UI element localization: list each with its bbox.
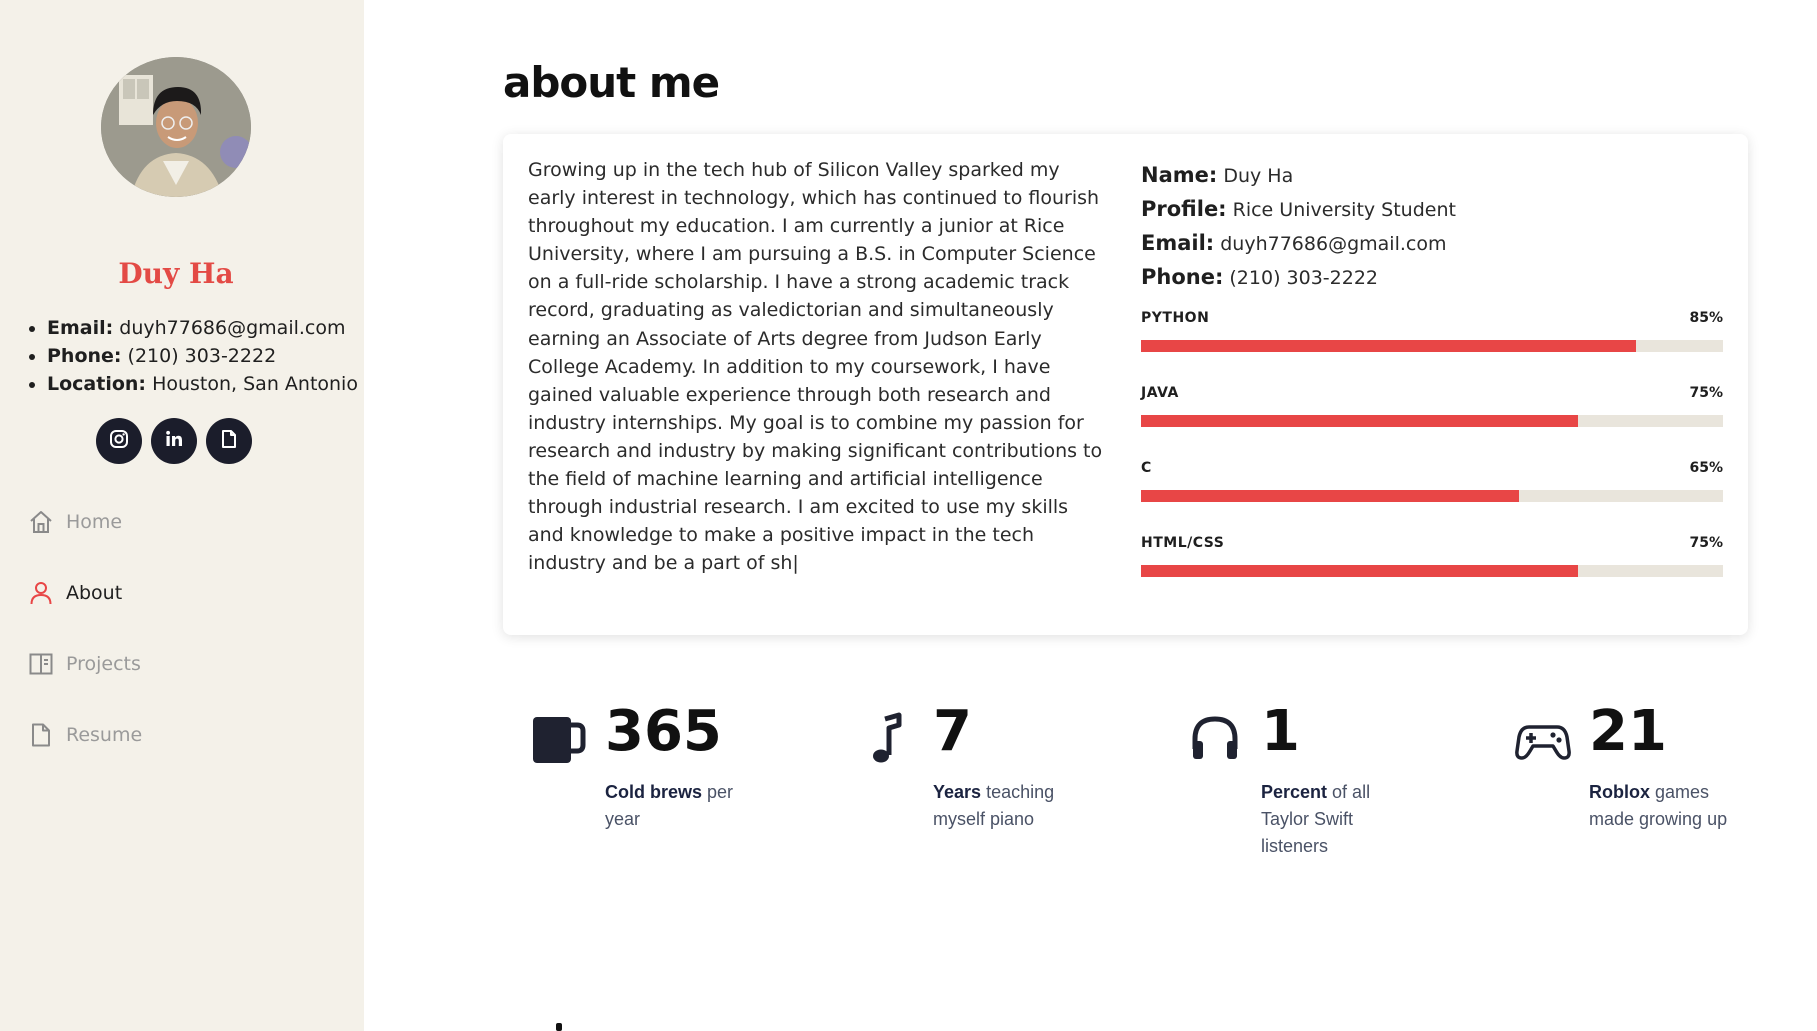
- skill-percent: 75%: [1689, 535, 1723, 551]
- skill-bar-fill: [1141, 340, 1636, 352]
- nav-item-home[interactable]: Home: [27, 508, 142, 536]
- contact-phone: Phone: (210) 303-2222: [26, 342, 358, 370]
- contact-email: Email: duyh77686@gmail.com: [26, 314, 358, 342]
- nav-label: About: [66, 582, 123, 604]
- contact-label: Location:: [47, 373, 147, 395]
- bio-text: Growing up in the tech hub of Silicon Va…: [528, 159, 1103, 575]
- skill-name: JAVA: [1141, 385, 1179, 401]
- skill-percent: 75%: [1689, 385, 1723, 401]
- fact-number: 365: [605, 699, 722, 764]
- avatar: [101, 57, 251, 197]
- info-value: duyh77686@gmail.com: [1214, 233, 1447, 255]
- nav-label: Resume: [66, 724, 143, 746]
- instagram-icon: [109, 429, 129, 453]
- fact-description: Roblox games made growing up: [1589, 779, 1729, 833]
- skill-bar-fill: [1141, 415, 1578, 427]
- contact-value: duyh77686@gmail.com: [113, 317, 346, 339]
- info-value: Duy Ha: [1217, 165, 1294, 187]
- home-icon: [27, 508, 55, 536]
- skill-name: PYTHON: [1141, 310, 1210, 326]
- nav-item-about[interactable]: About: [27, 579, 142, 607]
- nav-label: Home: [66, 511, 123, 533]
- info-label: Profile:: [1141, 197, 1227, 221]
- mug-icon: [531, 711, 587, 767]
- next-section-heading-edge: [556, 1023, 562, 1031]
- linkedin-icon: [164, 429, 184, 453]
- skill-html-css: HTML/CSS 75%: [1141, 535, 1723, 610]
- music-note-icon: [859, 711, 915, 767]
- fact-description-bold: Cold brews: [605, 782, 703, 802]
- skill-java: JAVA 75%: [1141, 385, 1723, 460]
- about-card: Growing up in the tech hub of Silicon Va…: [503, 134, 1748, 635]
- profile-name: Duy Ha: [118, 257, 234, 290]
- resume-file-button[interactable]: [206, 418, 252, 464]
- fact-number: 7: [933, 699, 972, 764]
- skill-c: C 65%: [1141, 460, 1723, 535]
- fact-description-bold: Years: [933, 782, 982, 802]
- contact-value: (210) 303-2222: [121, 345, 277, 367]
- info-value: (210) 303-2222: [1223, 267, 1379, 289]
- contact-value: Houston, San Antonio: [146, 373, 358, 395]
- info-email: Email: duyh77686@gmail.com: [1141, 227, 1456, 261]
- fact-number: 1: [1261, 699, 1300, 764]
- info-label: Email:: [1141, 231, 1215, 255]
- contact-list: Email: duyh77686@gmail.com Phone: (210) …: [26, 314, 358, 398]
- skill-bar-track: [1141, 490, 1723, 502]
- gamepad-icon: [1515, 711, 1571, 767]
- fact-description-bold: Roblox: [1589, 782, 1650, 802]
- skill-python: PYTHON 85%: [1141, 310, 1723, 385]
- headphones-icon: [1187, 711, 1243, 767]
- skill-bar-track: [1141, 565, 1723, 577]
- nav-label: Projects: [66, 653, 141, 675]
- info-phone: Phone: (210) 303-2222: [1141, 261, 1456, 295]
- page-title: about me: [503, 58, 720, 107]
- skill-name: C: [1141, 460, 1152, 476]
- contact-label: Phone:: [47, 345, 122, 367]
- contact-location: Location: Houston, San Antonio: [26, 370, 358, 398]
- fact-description-bold: Percent: [1261, 782, 1328, 802]
- social-links: [96, 418, 252, 464]
- instagram-button[interactable]: [96, 418, 142, 464]
- fact-description: Cold brews per year: [605, 779, 745, 833]
- document-icon: [219, 429, 239, 453]
- book-icon: [27, 650, 55, 678]
- skill-bar-fill: [1141, 490, 1520, 502]
- info-label: Phone:: [1141, 265, 1224, 289]
- nav-item-resume[interactable]: Resume: [27, 721, 142, 749]
- skill-percent: 85%: [1689, 310, 1723, 326]
- skill-bar-track: [1141, 340, 1723, 352]
- file-icon: [27, 721, 55, 749]
- info-label: Name:: [1141, 163, 1218, 187]
- sidebar-nav: Home About Projects Resume: [27, 508, 142, 792]
- contact-label: Email:: [47, 317, 114, 339]
- fact-description: Years teaching myself piano: [933, 779, 1073, 833]
- info-profile: Profile: Rice University Student: [1141, 193, 1456, 227]
- info-value: Rice University Student: [1226, 199, 1456, 221]
- skill-bar-track: [1141, 415, 1723, 427]
- skill-bar-fill: [1141, 565, 1578, 577]
- user-icon: [27, 579, 55, 607]
- info-list: Name: Duy Ha Profile: Rice University St…: [1141, 159, 1456, 295]
- sidebar: Duy Ha Email: duyh77686@gmail.com Phone:…: [0, 0, 364, 1031]
- skill-name: HTML/CSS: [1141, 535, 1225, 551]
- nav-item-projects[interactable]: Projects: [27, 650, 142, 678]
- skill-percent: 65%: [1689, 460, 1723, 476]
- linkedin-button[interactable]: [151, 418, 197, 464]
- fact-description: Percent of all Taylor Swift listeners: [1261, 779, 1401, 860]
- fact-number: 21: [1589, 699, 1667, 764]
- skills-list: PYTHON 85% JAVA 75% C 65% HTML/CSS 75%: [1141, 310, 1723, 610]
- info-name: Name: Duy Ha: [1141, 159, 1456, 193]
